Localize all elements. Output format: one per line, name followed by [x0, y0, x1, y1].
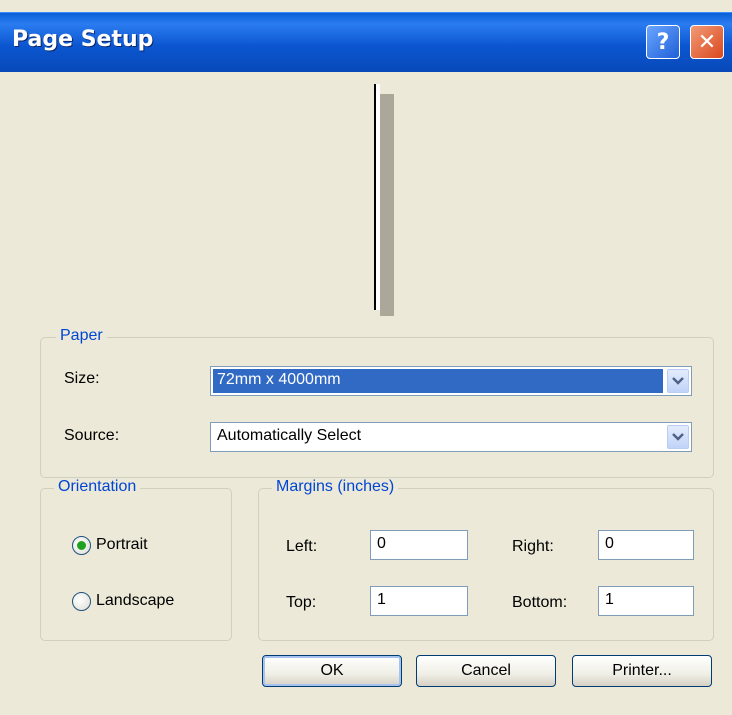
help-button[interactable]: ? [646, 25, 680, 59]
landscape-label: Landscape [96, 592, 175, 609]
margin-bottom-label: Bottom: [512, 594, 568, 611]
orientation-group [40, 488, 232, 641]
portrait-radio[interactable] [72, 536, 91, 555]
paper-group [40, 337, 714, 478]
paper-size-value: 72mm x 4000mm [217, 371, 341, 388]
margin-right-field[interactable]: 0 [598, 530, 694, 560]
page-preview-sheet [374, 84, 380, 310]
margin-left-field[interactable]: 0 [370, 530, 468, 560]
margin-right-label: Right: [512, 538, 554, 555]
portrait-label: Portrait [96, 536, 148, 553]
margins-group-legend: Margins (inches) [272, 478, 399, 496]
landscape-radio-option[interactable]: Landscape [72, 590, 222, 614]
cancel-button[interactable]: Cancel [416, 655, 556, 687]
margins-group [258, 488, 714, 641]
close-button[interactable]: ✕ [690, 25, 724, 59]
ok-button[interactable]: OK [262, 655, 402, 687]
paper-source-value: Automatically Select [217, 427, 362, 444]
radio-selected-dot [77, 541, 86, 550]
landscape-radio[interactable] [72, 592, 91, 611]
page-setup-dialog: Page Setup ? ✕ Paper Size: 72mm x 4000mm… [0, 0, 732, 715]
margin-left-label: Left: [286, 538, 318, 555]
dialog-client: Paper Size: 72mm x 4000mm Source: Automa… [0, 72, 732, 715]
close-icon: ✕ [697, 29, 717, 55]
chevron-down-icon [672, 377, 684, 385]
page-preview [370, 82, 400, 322]
paper-source-arrow[interactable] [667, 425, 689, 449]
paper-source-label: Source: [64, 427, 120, 444]
dialog-title: Page Setup [12, 27, 154, 52]
orientation-group-legend: Orientation [54, 478, 141, 496]
margin-top-field[interactable]: 1 [370, 586, 468, 616]
paper-group-legend: Paper [56, 327, 107, 345]
chevron-down-icon [672, 433, 684, 441]
page-preview-shadow [380, 94, 394, 316]
help-icon: ? [656, 29, 670, 55]
margin-top-label: Top: [286, 594, 317, 611]
paper-size-arrow[interactable] [667, 369, 689, 393]
margin-bottom-field[interactable]: 1 [598, 586, 694, 616]
title-bar[interactable]: Page Setup ? ✕ [0, 12, 732, 73]
paper-size-label: Size: [64, 370, 100, 387]
portrait-radio-option[interactable]: Portrait [72, 534, 222, 558]
printer-button[interactable]: Printer... [572, 655, 712, 687]
paper-size-dropdown[interactable]: 72mm x 4000mm [210, 366, 692, 396]
paper-source-dropdown[interactable]: Automatically Select [210, 422, 692, 452]
